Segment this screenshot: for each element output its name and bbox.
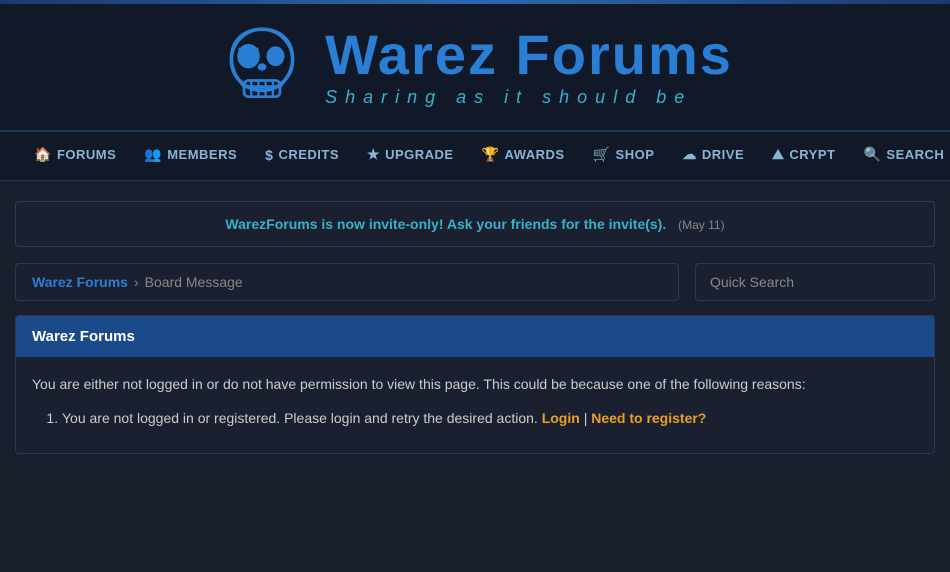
breadcrumb-current: Board Message (145, 274, 243, 290)
nav-label-search: SEARCH (886, 147, 944, 162)
forum-section-header: Warez Forums (16, 316, 934, 357)
site-header: Warez Forums Sharing as it should be (0, 4, 950, 132)
main-content: WarezForums is now invite-only! Ask your… (5, 201, 945, 454)
nav-item-credits[interactable]: $ CREDITS (251, 135, 353, 178)
nav-label-forums: FORUMS (57, 147, 116, 162)
nav-label-crypt: CRYPT (789, 147, 835, 162)
upgrade-icon: ★ (367, 146, 380, 163)
nav-item-forums[interactable]: 🏠 FORUMS (20, 134, 130, 178)
nav-item-drive[interactable]: ☁ DRIVE (668, 134, 758, 178)
crypt-icon: ⛰ (772, 146, 784, 163)
forum-section-body: You are either not logged in or do not h… (16, 357, 934, 453)
breadcrumb-home-link[interactable]: Warez Forums (32, 274, 128, 290)
main-navbar: 🏠 FORUMS 👥 MEMBERS $ CREDITS ★ UPGRADE 🏆… (0, 132, 950, 181)
notice-text: WarezForums is now invite-only! Ask your… (225, 216, 666, 232)
credits-icon: $ (265, 147, 273, 163)
quick-search-input[interactable] (695, 263, 935, 301)
nav-label-credits: CREDITS (278, 147, 339, 162)
register-link[interactable]: Need to register? (591, 410, 706, 426)
nav-item-upgrade[interactable]: ★ UPGRADE (353, 134, 468, 178)
nav-label-awards: AWARDS (505, 147, 565, 162)
breadcrumb-separator: › (134, 274, 139, 290)
nav-item-members[interactable]: 👥 MEMBERS (130, 134, 251, 178)
logo-container: Warez Forums Sharing as it should be (217, 22, 733, 112)
logo-text: Warez Forums Sharing as it should be (325, 27, 733, 108)
home-icon: 🏠 (34, 146, 52, 163)
nav-items-list: 🏠 FORUMS 👥 MEMBERS $ CREDITS ★ UPGRADE 🏆… (20, 134, 950, 178)
nav-item-shop[interactable]: 🛒 SHOP (579, 134, 669, 178)
forum-body-text: You are either not logged in or do not h… (32, 373, 918, 397)
nav-label-members: MEMBERS (167, 147, 237, 162)
search-icon: 🔍 (863, 146, 881, 163)
nav-item-crypt[interactable]: ⛰ CRYPT (758, 134, 849, 178)
notice-date: (May 11) (678, 218, 724, 232)
shop-icon: 🛒 (593, 146, 611, 163)
nav-label-drive: DRIVE (702, 147, 744, 162)
nav-item-awards[interactable]: 🏆 AWARDS (468, 134, 579, 178)
reasons-list: You are not logged in or registered. Ple… (62, 407, 918, 431)
reason-item: You are not logged in or registered. Ple… (62, 407, 918, 431)
nav-item-search[interactable]: 🔍 SEARCH (849, 134, 950, 178)
members-icon: 👥 (144, 146, 162, 163)
reason-text: You are not logged in or registered. Ple… (62, 410, 538, 426)
login-link[interactable]: Login (542, 410, 580, 426)
notice-banner: WarezForums is now invite-only! Ask your… (15, 201, 935, 247)
awards-icon: 🏆 (482, 146, 500, 163)
drive-icon: ☁ (682, 146, 697, 163)
breadcrumb-row: Warez Forums › Board Message (15, 263, 935, 301)
forum-section: Warez Forums You are either not logged i… (15, 315, 935, 454)
breadcrumb: Warez Forums › Board Message (15, 263, 679, 301)
nav-label-shop: SHOP (616, 147, 655, 162)
nav-label-upgrade: UPGRADE (385, 147, 454, 162)
site-title: Warez Forums (325, 27, 733, 83)
skull-logo-icon (217, 22, 307, 112)
site-tagline: Sharing as it should be (325, 87, 733, 108)
